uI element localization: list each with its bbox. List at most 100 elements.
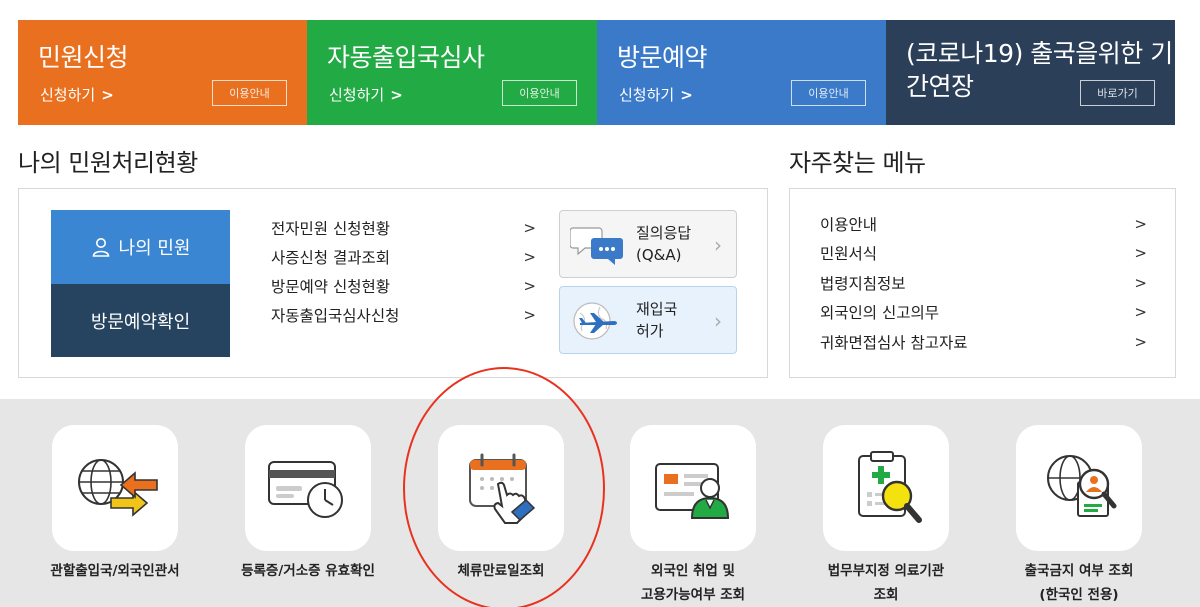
qa-line2: (Q&A) [636, 246, 682, 264]
apply-link-label: 신청하기 [619, 86, 675, 104]
status-list: 전자민원 신청현황 > 사증신청 결과조회 > 방문예약 신청현황 > 자동출입국심사… [271, 213, 536, 329]
tile-visit-reservation[interactable]: 방문예약 신청하기 > 이용안내 [597, 20, 886, 125]
service-card[interactable] [52, 425, 178, 551]
apply-link-label: 신청하기 [329, 86, 385, 104]
apply-link[interactable]: 신청하기 > [329, 84, 403, 105]
reentry-line1: 재입국 [636, 300, 678, 318]
service-card[interactable] [245, 425, 371, 551]
medical-clipboard-icon [858, 451, 922, 523]
favorites-panel: 이용안내 > 민원서식 > 법령지침정보 > 외국인의 신고의무 > 귀화면접심사 참고… [789, 188, 1176, 378]
apply-link-label: 신청하기 [40, 86, 96, 104]
service-card[interactable] [630, 425, 756, 551]
apply-link[interactable]: 신청하기 > [619, 84, 693, 105]
tile-title: 방문예약 [617, 43, 708, 72]
fav-item-label: 외국인의 신고의무 [820, 304, 940, 323]
service-departure-ban[interactable]: 출국금지 여부 조회 (한국인 전용) [1016, 425, 1142, 603]
tile-civil-application[interactable]: 민원신청 신청하기 > 이용안내 [18, 20, 307, 125]
fav-item-usage-guide[interactable]: 이용안내 > [820, 209, 1147, 239]
chevron-right-icon: > [101, 85, 114, 104]
chevron-right-icon: › [714, 233, 722, 257]
status-item-label: 사증신청 결과조회 [271, 248, 391, 267]
worker-screen-icon [655, 463, 730, 519]
service-card[interactable] [1016, 425, 1142, 551]
usage-guide-button[interactable]: 이용안내 [791, 80, 866, 106]
service-jurisdiction-office[interactable]: 관할출입국/외국인관서 [50, 425, 180, 579]
qa-button[interactable]: 질의응답 (Q&A) › [559, 210, 737, 278]
globe-search-icon [1047, 455, 1117, 517]
tile-title: 민원신청 [38, 43, 129, 72]
top-tiles: 민원신청 신청하기 > 이용안내 자동출입국심사 신청하기 > 이용안내 방문예약 … [18, 20, 1175, 125]
service-label: 법무부지정 의료기관조회 [783, 559, 989, 607]
status-item-label: 자동출입국심사신청 [271, 306, 400, 325]
chevron-right-icon: > [390, 85, 403, 104]
chevron-right-icon: > [1134, 273, 1147, 292]
status-item-visit-status[interactable]: 방문예약 신청현황 > [271, 271, 536, 300]
service-label-line1: 출국금지 여부 조회 [1024, 563, 1134, 579]
user-icon [92, 238, 109, 257]
fav-item-label: 민원서식 [820, 245, 878, 264]
service-label-line2: (한국인 전용) [1039, 587, 1119, 603]
service-label: 외국인 취업 및고용가능여부 조회 [590, 559, 796, 607]
service-medical-institution[interactable]: 법무부지정 의료기관조회 [823, 425, 949, 603]
service-label-line1: 외국인 취업 및 [651, 563, 735, 579]
reentry-button[interactable]: 재입국허가 › [559, 286, 737, 354]
globe-arrows-icon [78, 459, 158, 517]
airplane-globe-icon [573, 302, 617, 340]
visit-confirm-button[interactable]: 방문예약확인 [51, 284, 230, 357]
reentry-line2: 허가 [636, 322, 664, 340]
chevron-right-icon: > [523, 305, 536, 324]
service-label-line1: 법무부지정 의료기관 [827, 563, 945, 579]
service-label-line1: 관할출입국/외국인관서 [50, 563, 180, 579]
service-card[interactable] [823, 425, 949, 551]
fav-item-forms[interactable]: 민원서식 > [820, 239, 1147, 269]
status-item-label: 방문예약 신청현황 [271, 277, 391, 296]
chevron-right-icon: > [1134, 303, 1147, 322]
status-item-auto-immigration[interactable]: 자동출입국심사신청 > [271, 300, 536, 329]
service-label: 관할출입국/외국인관서 [12, 559, 218, 583]
fav-item-law-guidelines[interactable]: 법령지침정보 > [820, 268, 1147, 298]
status-panel: 나의 민원 방문예약확인 전자민원 신청현황 > 사증신청 결과조회 > 방문예약 … [18, 188, 768, 378]
service-label-line2: 고용가능여부 조회 [640, 587, 746, 603]
usage-guide-button[interactable]: 이용안내 [212, 80, 287, 106]
my-civil-button[interactable]: 나의 민원 [51, 210, 230, 284]
tile-covid-extension[interactable]: (코로나19) 출국을위한 기간연장 바로가기 [886, 20, 1175, 125]
service-label: 등록증/거소증 유효확인 [205, 559, 411, 583]
usage-guide-button[interactable]: 이용안내 [502, 80, 577, 106]
chevron-right-icon: > [523, 218, 536, 237]
status-item-visa-result[interactable]: 사증신청 결과조회 > [271, 242, 536, 271]
qa-text: 질의응답 (Q&A) [636, 222, 691, 266]
tile-auto-immigration[interactable]: 자동출입국심사 신청하기 > 이용안내 [307, 20, 597, 125]
status-item-label: 전자민원 신청현황 [271, 219, 391, 238]
fav-item-label: 귀화면접심사 참고자료 [820, 333, 968, 352]
service-label-line1: 등록증/거소증 유효확인 [241, 563, 375, 579]
favorites-heading: 자주찾는 메뉴 [789, 149, 926, 177]
chat-bubbles-icon [570, 227, 623, 265]
status-heading: 나의 민원처리현황 [18, 149, 198, 177]
my-civil-label: 나의 민원 [118, 238, 191, 259]
fav-item-label: 법령지침정보 [820, 274, 906, 293]
service-employment-check[interactable]: 외국인 취업 및고용가능여부 조회 [630, 425, 756, 603]
chevron-right-icon: > [523, 276, 536, 295]
fav-item-label: 이용안내 [820, 215, 878, 234]
chevron-right-icon: > [680, 85, 693, 104]
service-label-line2: 조회 [873, 587, 899, 603]
tile-title: 자동출입국심사 [327, 43, 485, 72]
favorites-list: 이용안내 > 민원서식 > 법령지침정보 > 외국인의 신고의무 > 귀화면접심사 참고… [820, 209, 1147, 357]
fav-item-naturalization[interactable]: 귀화면접심사 참고자료 > [820, 327, 1147, 357]
reentry-text: 재입국허가 [636, 298, 677, 342]
page: 민원신청 신청하기 > 이용안내 자동출입국심사 신청하기 > 이용안내 방문예약 … [0, 0, 1200, 607]
chevron-right-icon: > [1134, 332, 1147, 351]
chevron-right-icon: › [714, 309, 722, 333]
go-now-button[interactable]: 바로가기 [1080, 80, 1155, 106]
chevron-right-icon: > [1134, 244, 1147, 263]
fav-item-report-duty[interactable]: 외국인의 신고의무 > [820, 298, 1147, 328]
chevron-right-icon: > [523, 247, 536, 266]
qa-line1: 질의응답 [636, 224, 692, 242]
service-id-card-check[interactable]: 등록증/거소증 유효확인 [241, 425, 375, 579]
id-card-clock-icon [268, 461, 343, 518]
service-label: 출국금지 여부 조회 (한국인 전용) [976, 559, 1182, 607]
status-item-e-civil[interactable]: 전자민원 신청현황 > [271, 213, 536, 242]
apply-link[interactable]: 신청하기 > [40, 84, 114, 105]
highlight-circle [403, 367, 605, 607]
chevron-right-icon: > [1134, 214, 1147, 233]
